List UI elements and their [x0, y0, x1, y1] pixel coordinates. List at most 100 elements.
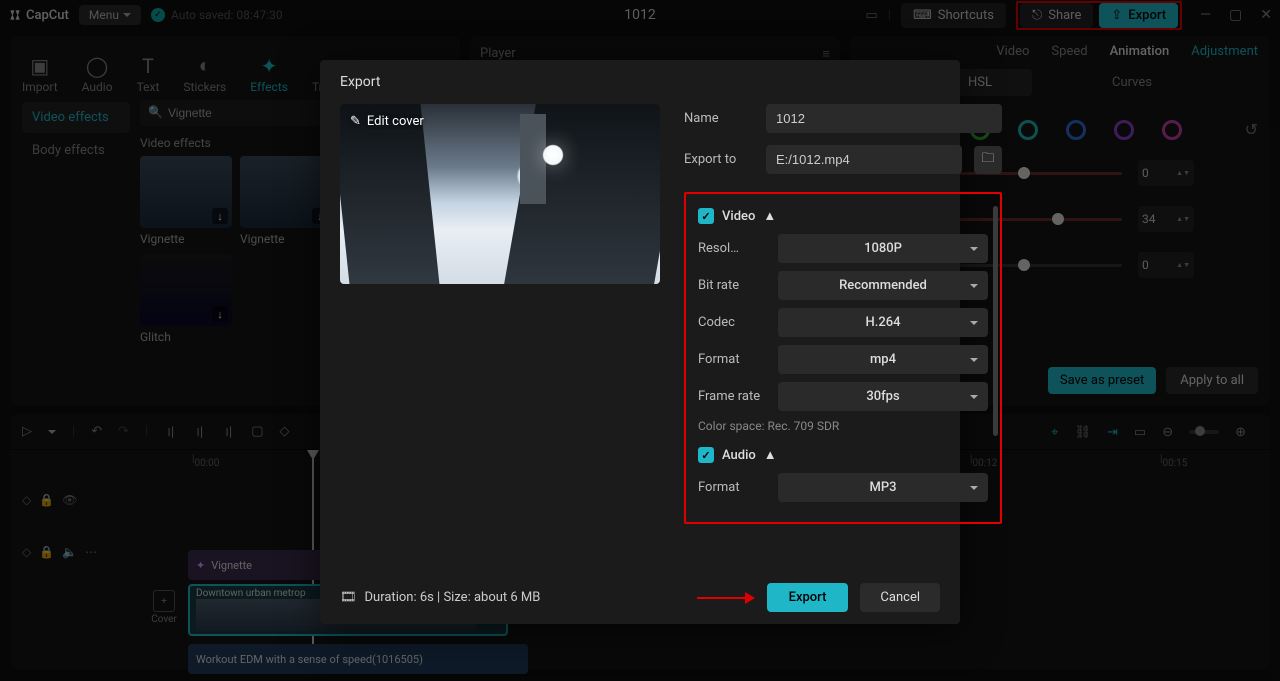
value-sat[interactable]: 34▲▼: [1138, 206, 1194, 232]
collapse-icon[interactable]: ▲: [763, 208, 776, 224]
cover-preview: ✎ Edit cover: [340, 104, 660, 284]
track-lock-icon[interactable]: 🔒: [39, 493, 54, 507]
confirm-export-button[interactable]: Export: [767, 583, 849, 612]
edit-cover-button[interactable]: ✎ Edit cover: [350, 114, 424, 129]
rtab-speed[interactable]: Speed: [1051, 44, 1087, 59]
rtab-adjustment[interactable]: Adjustment: [1191, 44, 1258, 59]
clip-audio-workout[interactable]: Workout EDM with a sense of speed(101650…: [188, 644, 528, 674]
color-swatch[interactable]: [1066, 120, 1086, 140]
apply-all-button[interactable]: Apply to all: [1166, 367, 1258, 394]
codec-select[interactable]: H.264: [778, 308, 988, 337]
name-input[interactable]: [766, 104, 1002, 133]
zoom-out-icon[interactable]: ⊖: [1162, 425, 1173, 440]
chevron-down-icon[interactable]: [48, 430, 56, 434]
resolution-select[interactable]: 1080P: [778, 234, 988, 263]
track-more-icon[interactable]: ⋯: [85, 545, 97, 559]
track-mute-icon[interactable]: 🔈: [62, 545, 77, 559]
audio-section-title: Audio: [722, 448, 756, 463]
preview-icon[interactable]: ▭: [1134, 425, 1146, 440]
menu-button[interactable]: Menu: [79, 5, 141, 25]
effect-item[interactable]: Glitch: [140, 254, 232, 344]
undo-icon[interactable]: ↶: [91, 424, 102, 439]
share-export-highlight: ⎋ Share ⇪ Export: [1016, 1, 1182, 30]
format-label: Format: [698, 352, 778, 367]
autosave-status: ✓ Auto saved: 08:47:30: [151, 8, 283, 22]
save-preset-button[interactable]: Save as preset: [1048, 367, 1156, 394]
annotation-arrow: [697, 597, 753, 599]
track-visibility-icon[interactable]: ◇: [22, 545, 31, 559]
audio-checkbox[interactable]: ✓: [698, 447, 714, 463]
value-lum[interactable]: 0▲▼: [1138, 252, 1194, 278]
framerate-select[interactable]: 30fps: [778, 382, 988, 411]
check-icon: ✓: [151, 8, 165, 22]
add-cover-button[interactable]: +Cover: [145, 590, 183, 625]
format-select[interactable]: mp4: [778, 345, 988, 374]
maximize-icon[interactable]: ▢: [1229, 7, 1242, 23]
share-button[interactable]: ⎋ Share: [1020, 3, 1093, 28]
bitrate-select[interactable]: Recommended: [778, 271, 988, 300]
track-visibility-icon[interactable]: ◇: [22, 493, 31, 507]
video-checkbox[interactable]: ✓: [698, 208, 714, 224]
pencil-icon: ✎: [350, 114, 361, 129]
reset-icon[interactable]: ↺: [1245, 120, 1258, 139]
collapse-icon[interactable]: ▲: [764, 447, 777, 463]
effect-item[interactable]: Vignette: [140, 156, 232, 246]
layout-icon[interactable]: ▭: [865, 8, 877, 23]
text-icon: T: [142, 54, 154, 78]
tab-text[interactable]: TText: [137, 54, 160, 94]
audio-format-select[interactable]: MP3: [778, 473, 988, 502]
marker-icon[interactable]: ◇: [280, 424, 290, 439]
magnet-icon[interactable]: ⌖: [1051, 425, 1058, 440]
color-swatch[interactable]: [1162, 120, 1182, 140]
tab-effects[interactable]: ✦Effects: [250, 54, 288, 94]
value-hue[interactable]: 0▲▼: [1138, 160, 1194, 186]
rtab-video[interactable]: Video: [996, 44, 1029, 59]
subtab-curves[interactable]: Curves: [1072, 69, 1192, 96]
zoom-slider[interactable]: [1189, 430, 1219, 434]
close-icon[interactable]: ✕: [1260, 7, 1272, 23]
tab-audio[interactable]: ◯Audio: [82, 54, 113, 94]
shortcuts-button[interactable]: ⌨ Shortcuts: [901, 3, 1006, 28]
tab-import[interactable]: ▣Import: [22, 54, 58, 94]
dialog-title: Export: [340, 74, 940, 90]
player-label: Player: [480, 46, 516, 61]
app-logo: CapCut: [8, 8, 69, 23]
effects-icon: ✦: [261, 54, 278, 78]
colorspace-info: Color space: Rec. 709 SDR: [698, 419, 988, 433]
export-dialog: Export ✎ Edit cover Name Export to 🗀: [320, 60, 960, 624]
chevron-down-icon: [123, 13, 131, 17]
subtab-body-effects[interactable]: Body effects: [22, 135, 130, 166]
folder-icon: 🗀: [981, 149, 994, 171]
export-path-input[interactable]: [766, 145, 962, 174]
export-button[interactable]: ⇪ Export: [1099, 3, 1178, 28]
link-icon[interactable]: ⛓: [1074, 425, 1091, 440]
split-icon[interactable]: 〢: [164, 422, 177, 441]
scrollbar[interactable]: [993, 206, 998, 436]
name-label: Name: [684, 111, 754, 126]
clip-effect-vignette[interactable]: Vignette: [188, 550, 336, 580]
tab-stickers[interactable]: ◐Stickers: [183, 53, 226, 94]
zoom-in-icon[interactable]: ⊕: [1235, 425, 1246, 440]
bitrate-label: Bit rate: [698, 278, 778, 293]
subtab-video-effects[interactable]: Video effects: [22, 102, 130, 133]
trim-left-icon[interactable]: 〢: [193, 422, 206, 441]
framerate-label: Frame rate: [698, 389, 778, 404]
delete-icon[interactable]: ▢: [251, 424, 263, 439]
track-lock-icon[interactable]: 🔒: [39, 545, 54, 559]
track-eye-icon[interactable]: 👁: [62, 493, 77, 507]
rtab-animation[interactable]: Animation: [1110, 44, 1170, 59]
trim-right-icon[interactable]: 〢: [222, 422, 235, 441]
brand-label: CapCut: [26, 8, 69, 23]
color-swatch[interactable]: [1114, 120, 1134, 140]
effect-item[interactable]: Vignette: [240, 156, 332, 246]
color-swatch[interactable]: [1018, 120, 1038, 140]
title-bar: CapCut Menu ✓ Auto saved: 08:47:30 1012 …: [0, 0, 1280, 30]
pointer-tool-icon[interactable]: ▷: [22, 424, 32, 439]
video-section-title: Video: [722, 209, 755, 224]
minimize-icon[interactable]: —: [1200, 7, 1211, 23]
snap-icon[interactable]: ⇥: [1107, 425, 1118, 440]
cancel-button[interactable]: Cancel: [860, 583, 940, 612]
browse-folder-button[interactable]: 🗀: [974, 146, 1002, 174]
redo-icon[interactable]: ↷: [118, 424, 129, 439]
audio-format-label: Format: [698, 480, 778, 495]
